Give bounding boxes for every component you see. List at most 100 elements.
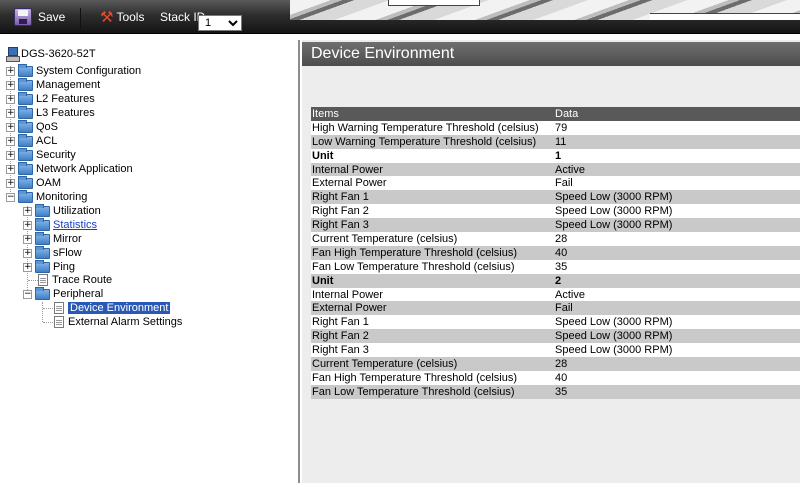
cell-data: 11	[554, 134, 800, 149]
tree-item-qos[interactable]: + QoS	[6, 119, 58, 134]
table-row: External Power Fail	[311, 176, 800, 191]
folder-icon	[35, 259, 50, 273]
tree-item-label: Mirror	[53, 233, 82, 245]
tree-item-peripheral[interactable]: − Peripheral	[23, 286, 104, 301]
table-row: Internal Power Active	[311, 162, 800, 177]
tree-item-device-environment[interactable]: Device Environment	[54, 301, 171, 315]
tree-item-mirror[interactable]: + Mirror	[23, 231, 82, 246]
stack-id-select[interactable]: 1	[198, 15, 242, 31]
table-header-row: Items Data	[311, 107, 800, 121]
tree-item-network-application[interactable]: + Network Application	[6, 161, 133, 176]
expand-plus-icon: +	[6, 121, 15, 132]
cell-item: High Warning Temperature Threshold (cels…	[311, 120, 554, 135]
cell-item: Right Fan 1	[311, 190, 554, 205]
tree-item-sflow[interactable]: + sFlow	[23, 245, 82, 260]
tree-root-label: DGS-3620-52T	[21, 48, 96, 60]
table-row: Right Fan 3 Speed Low (3000 RPM)	[311, 343, 800, 358]
tree-item-label: System Configuration	[36, 65, 142, 77]
table-row: Right Fan 1 Speed Low (3000 RPM)	[311, 190, 800, 205]
cell-item: Fan High Temperature Threshold (celsius)	[311, 245, 554, 260]
cell-data: Speed Low (3000 RPM)	[554, 315, 800, 330]
tree-item-trace-route[interactable]: Trace Route	[38, 273, 112, 287]
tree-item-label: Peripheral	[53, 288, 104, 300]
banner-panel	[388, 0, 480, 6]
tree-root[interactable]: DGS-3620-52T	[6, 47, 96, 62]
cell-item: Unit	[311, 148, 554, 163]
expand-plus-icon: +	[6, 93, 15, 104]
expand-plus-icon: +	[23, 219, 32, 230]
folder-icon	[18, 119, 33, 133]
save-label: Save	[38, 10, 66, 24]
tree-item-monitoring[interactable]: − Monitoring	[6, 189, 88, 204]
cell-item: Right Fan 1	[311, 315, 554, 330]
folder-icon	[18, 133, 33, 147]
cell-item: Right Fan 2	[311, 204, 554, 219]
cell-data: 40	[554, 245, 800, 260]
cell-data: Active	[554, 287, 800, 302]
expand-plus-icon: +	[23, 233, 32, 244]
tree-item-label: L3 Features	[36, 107, 95, 119]
tree-item-label: External Alarm Settings	[68, 316, 183, 328]
toolbar-separator	[80, 8, 81, 28]
expand-plus-icon: +	[23, 261, 32, 272]
folder-icon	[18, 175, 33, 189]
table-row: Internal Power Active	[311, 287, 800, 302]
table-row: Unit 2	[311, 273, 800, 288]
tree-guide-line	[43, 322, 53, 323]
table-row: High Warning Temperature Threshold (cels…	[311, 120, 800, 135]
tree-item-l3-features[interactable]: + L3 Features	[6, 105, 95, 120]
tools-label: Tools	[116, 10, 145, 24]
table-row: Right Fan 2 Speed Low (3000 RPM)	[311, 204, 800, 219]
tree-item-label: Device Environment	[68, 302, 171, 314]
tree-item-ping[interactable]: + Ping	[23, 259, 75, 274]
switch-device-icon	[6, 47, 20, 62]
tree-item-l2-features[interactable]: + L2 Features	[6, 91, 95, 106]
tree-item-label: OAM	[36, 177, 62, 189]
tree-item-label: ACL	[36, 135, 58, 147]
tree-item-label: Statistics	[53, 219, 98, 231]
cell-item: Fan Low Temperature Threshold (celsius)	[311, 259, 554, 274]
cell-item: Low Warning Temperature Threshold (celsi…	[311, 134, 554, 149]
collapse-minus-icon: −	[23, 288, 32, 299]
expand-plus-icon: +	[23, 205, 32, 216]
cell-item: Current Temperature (celsius)	[311, 232, 554, 246]
tree-item-label: Monitoring	[36, 191, 88, 203]
cell-data: 28	[554, 357, 800, 371]
page-icon	[54, 316, 64, 328]
table-row: Right Fan 2 Speed Low (3000 RPM)	[311, 329, 800, 344]
tree-item-management[interactable]: + Management	[6, 77, 101, 92]
folder-icon	[18, 147, 33, 161]
cell-data: Speed Low (3000 RPM)	[554, 218, 800, 233]
tree-guide-line	[42, 302, 43, 322]
cell-data: Active	[554, 162, 800, 177]
cell-item: Unit	[311, 273, 554, 288]
expand-plus-icon: +	[6, 163, 15, 174]
page-icon	[38, 274, 48, 286]
tree-item-external-alarm-settings[interactable]: External Alarm Settings	[54, 315, 182, 329]
cell-item: Current Temperature (celsius)	[311, 357, 554, 371]
cell-item: Internal Power	[311, 162, 554, 177]
tree-item-system-configuration[interactable]: + System Configuration	[6, 63, 142, 78]
top-toolbar: Save ⚒ Tools Stack ID 1	[0, 0, 800, 34]
table-row: Fan High Temperature Threshold (celsius)…	[311, 245, 800, 260]
tree-item-label: Security	[36, 149, 76, 161]
tools-icon: ⚒	[100, 9, 114, 26]
tree-item-utilization[interactable]: + Utilization	[23, 203, 101, 218]
cell-data: Speed Low (3000 RPM)	[554, 190, 800, 205]
folder-icon	[35, 217, 50, 231]
tree-item-security[interactable]: + Security	[6, 147, 76, 162]
folder-open-icon	[35, 286, 50, 300]
cell-data: 35	[554, 259, 800, 274]
folder-icon	[18, 77, 33, 91]
tree-item-label: L2 Features	[36, 93, 95, 105]
tree-item-label: Management	[36, 79, 101, 91]
tree-item-oam[interactable]: + OAM	[6, 175, 62, 190]
folder-icon	[18, 63, 33, 77]
expand-plus-icon: +	[6, 135, 15, 146]
cell-data: 40	[554, 370, 800, 385]
save-button[interactable]: Save	[14, 0, 65, 34]
tree-item-statistics[interactable]: + Statistics	[23, 217, 98, 232]
folder-icon	[18, 161, 33, 175]
tree-item-acl[interactable]: + ACL	[6, 133, 58, 148]
tools-button[interactable]: ⚒ Tools	[100, 0, 144, 34]
